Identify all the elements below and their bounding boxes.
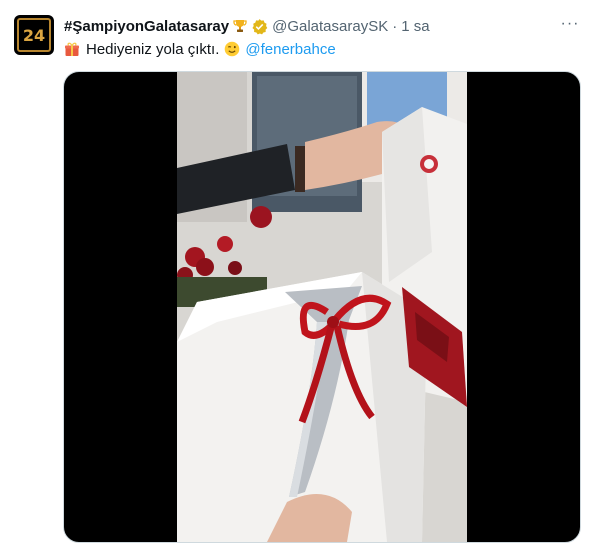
tweet-header: #ŞampiyonGalatasaray @GalatasaraySK · 1 … [64,16,430,36]
avatar[interactable]: 24 [14,15,54,55]
winking-face-icon [225,41,240,57]
handle[interactable]: @GalatasaraySK [272,18,388,35]
avatar-badge: 24 [17,18,51,52]
trophy-icon [233,20,247,32]
mention-link[interactable]: @fenerbahce [245,41,335,58]
tweet-text-main: Hediyeniz yola çıktı. [86,40,220,58]
verified-badge-icon[interactable] [251,18,268,35]
avatar-text: 24 [22,25,46,45]
gift-icon [65,42,79,56]
video-frame[interactable] [177,72,467,542]
timestamp[interactable]: 1 sa [401,18,429,35]
display-name[interactable]: #ŞampiyonGalatasaray [64,18,229,35]
tweet[interactable]: 24 #ŞampiyonGalatasaray @GalatasaraySK ·… [0,0,597,543]
more-icon[interactable]: ··· [558,13,582,35]
more-label: ··· [560,15,580,32]
tweet-text: Hediyeniz yola çıktı. @fenerbahce [64,39,336,59]
separator-dot: · [392,17,398,35]
tweet-video[interactable] [63,71,581,543]
